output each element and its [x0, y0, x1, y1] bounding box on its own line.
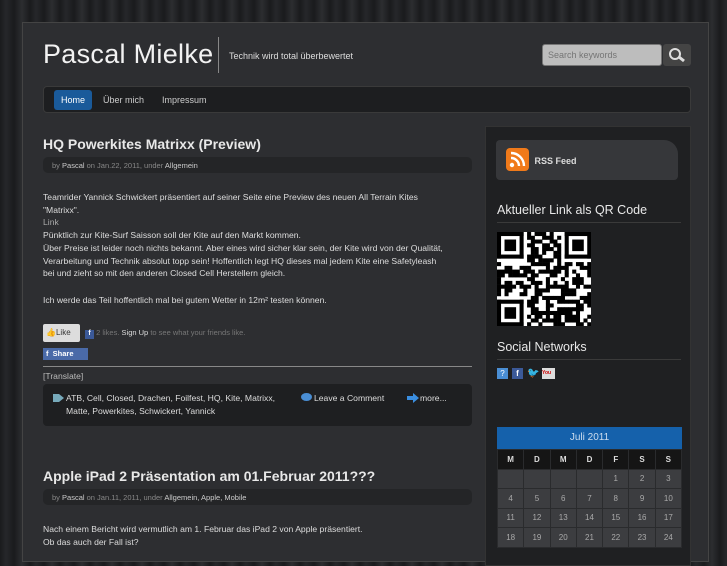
calendar-day	[496, 468, 525, 489]
facebook-icon[interactable]: f	[512, 368, 523, 379]
author-link[interactable]: Pascal	[62, 493, 85, 502]
category-link[interactable]: Allgemein	[165, 161, 198, 170]
leave-comment-link[interactable]: Leave a Comment	[314, 393, 384, 403]
facebook-icon: f	[85, 330, 94, 339]
facebook-icon: f	[46, 349, 49, 358]
calendar-day[interactable]: 8	[602, 488, 630, 509]
social-title: Social Networks	[497, 340, 681, 360]
calendar-weekday: F	[602, 449, 630, 470]
site-tagline: Technik wird total überbewertet	[229, 51, 354, 61]
post-footer: ATB, Cell, Closed, Drachen, Foilfest, HQ…	[43, 384, 472, 426]
more-link[interactable]: more...	[420, 393, 447, 403]
share-button[interactable]: f Share	[43, 348, 88, 360]
calendar-weekday: S	[654, 449, 683, 470]
twitter-icon[interactable]: 🐦	[527, 368, 539, 379]
divider	[43, 366, 472, 367]
rss-feed-widget[interactable]: RSS Feed	[496, 140, 678, 180]
site-title[interactable]: Pascal Mielke	[43, 39, 213, 70]
help-icon[interactable]: ?	[497, 368, 508, 379]
calendar-day[interactable]: 9	[628, 488, 656, 509]
calendar-day[interactable]: 17	[654, 507, 683, 528]
calendar-day[interactable]: 1	[602, 468, 630, 489]
search-button[interactable]	[663, 44, 691, 66]
page-container: Pascal Mielke Technik wird total überbew…	[22, 22, 709, 566]
rss-icon	[506, 148, 529, 171]
calendar-day[interactable]: 23	[628, 527, 656, 548]
qr-title: Aktueller Link als QR Code	[497, 203, 681, 223]
calendar-weekday: D	[523, 449, 551, 470]
search-input[interactable]	[542, 44, 662, 66]
post-meta: by Pascal on Jan.22, 2011, under Allgeme…	[43, 157, 472, 173]
calendar-day[interactable]: 16	[628, 507, 656, 528]
calendar-day[interactable]: 21	[575, 527, 604, 548]
calendar-day[interactable]: 15	[602, 507, 630, 528]
post-title[interactable]: HQ Powerkites Matrixx (Preview)	[43, 136, 261, 152]
arrow-right-icon	[407, 393, 419, 405]
likes-text: f 2 likes. Sign Up to see what your frie…	[85, 328, 245, 339]
nav-home[interactable]: Home	[54, 89, 93, 110]
calendar-day[interactable]: 18	[496, 527, 525, 548]
post-link[interactable]: Link	[43, 216, 478, 229]
translate-link[interactable]: [Translate]	[43, 371, 83, 381]
post-meta: by Pascal on Jan.11, 2011, under Allgeme…	[43, 489, 472, 505]
calendar-day[interactable]: 20	[549, 527, 577, 548]
social-icons: ? f 🐦 You	[497, 368, 555, 379]
calendar-day[interactable]: 13	[549, 507, 577, 528]
calendar-day[interactable]: 11	[496, 507, 525, 528]
like-button[interactable]: 👍Like	[43, 324, 80, 342]
comment-icon	[301, 393, 312, 405]
nav-ueber-mich[interactable]: Über mich	[96, 90, 151, 110]
qr-code-image[interactable]	[497, 232, 591, 326]
calendar-weekday: M	[496, 449, 525, 470]
calendar-weekday: D	[575, 449, 604, 470]
calendar-month: Juli 2011	[497, 427, 682, 449]
post-body: Teamrider Yannick Schwickert präsentiert…	[43, 191, 478, 307]
calendar-day[interactable]: 24	[654, 527, 683, 548]
calendar-day	[549, 468, 577, 489]
calendar-day[interactable]: 6	[549, 488, 577, 509]
header-divider	[218, 37, 219, 73]
post-title[interactable]: Apple iPad 2 Präsentation am 01.Februar …	[43, 468, 375, 484]
nav-impressum[interactable]: Impressum	[155, 90, 214, 110]
calendar-day[interactable]: 19	[523, 527, 551, 548]
calendar-day[interactable]: 3	[654, 468, 683, 489]
calendar-day[interactable]: 12	[523, 507, 551, 528]
calendar-day[interactable]: 4	[496, 488, 525, 509]
category-link[interactable]: Allgemein, Apple, Mobile	[164, 493, 246, 502]
calendar-weekday: S	[628, 449, 656, 470]
calendar-day[interactable]: 22	[602, 527, 630, 548]
calendar: Juli 2011 MDMDFSS 1 2 3 4 5 6 7 8 9 10 11 12 13 14 15 1…	[496, 427, 683, 548]
calendar-day[interactable]: 7	[575, 488, 604, 509]
youtube-icon[interactable]: You	[542, 368, 555, 379]
tags-list[interactable]: ATB, Cell, Closed, Drachen, Foilfest, HQ…	[66, 393, 275, 403]
author-link[interactable]: Pascal	[62, 161, 85, 170]
calendar-day[interactable]: 5	[523, 488, 551, 509]
main-nav: Home Über mich Impressum	[43, 86, 691, 113]
thumbs-up-icon: 👍	[46, 328, 56, 337]
calendar-day[interactable]: 10	[654, 488, 683, 509]
signup-link[interactable]: Sign Up	[122, 328, 149, 337]
tags-list-2[interactable]: Matte, Powerkites, Schwickert, Yannick	[66, 406, 215, 416]
calendar-day	[523, 468, 551, 489]
calendar-day[interactable]: 14	[575, 507, 604, 528]
calendar-weekday: M	[549, 449, 577, 470]
search-icon	[669, 48, 685, 63]
tag-icon	[53, 393, 65, 405]
calendar-day[interactable]: 2	[628, 468, 656, 489]
calendar-day	[575, 468, 604, 489]
sidebar: RSS Feed Aktueller Link als QR Code Soci…	[485, 126, 691, 566]
